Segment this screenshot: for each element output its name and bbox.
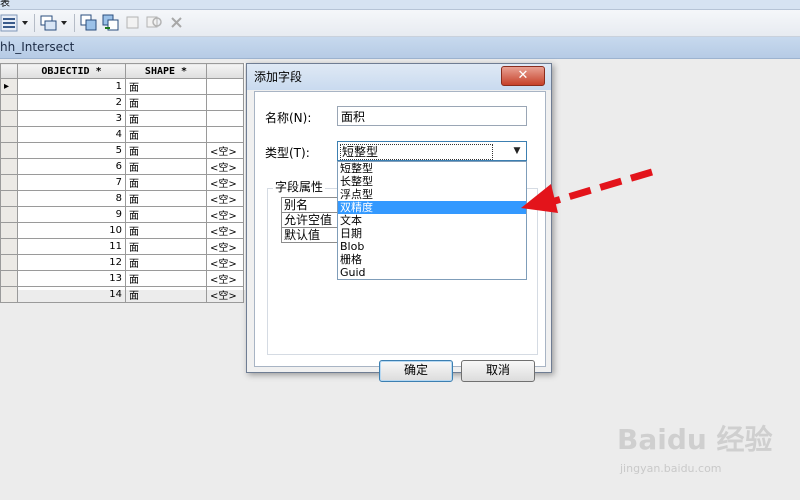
watermark-url: jingyan.baidu.com: [620, 462, 722, 475]
baidu-watermark: Baidu 经验: [617, 423, 773, 456]
